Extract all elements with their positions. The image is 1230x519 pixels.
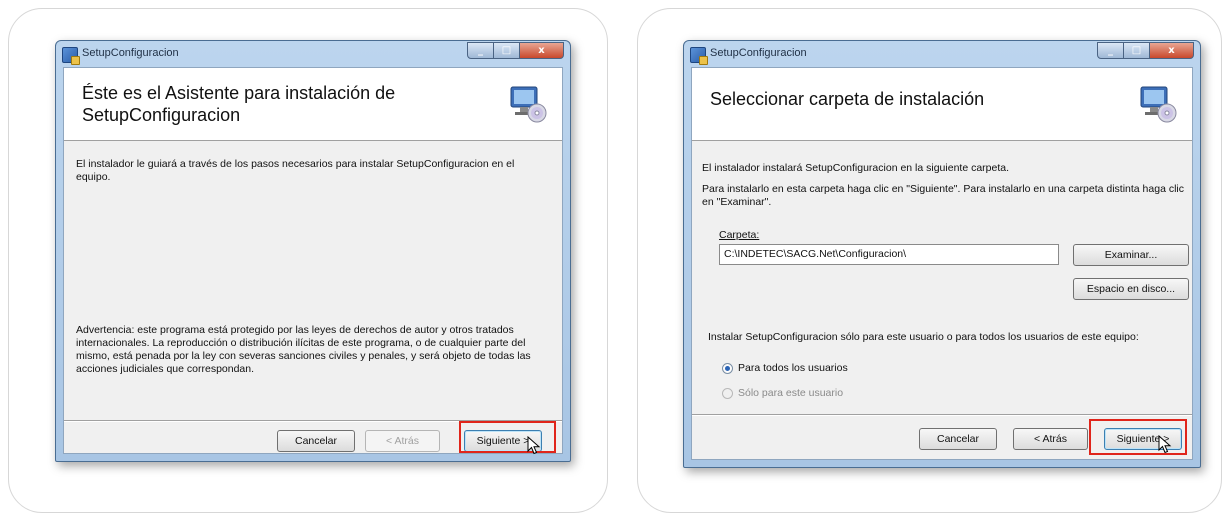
folder-label: Carpeta: [719, 229, 760, 241]
separator [64, 420, 562, 422]
install-for-text: Instalar SetupConfiguracion sólo para es… [708, 331, 1139, 343]
maximize-button[interactable]: □ [494, 42, 520, 59]
title-bar[interactable]: SetupConfiguracion _ □ x [684, 41, 1200, 67]
instructions-text: Para instalarlo en esta carpeta haga cli… [702, 183, 1184, 208]
page-title: Seleccionar carpeta de instalación [710, 89, 985, 109]
mouse-cursor-icon [1158, 435, 1172, 454]
minimize-button[interactable]: _ [467, 42, 494, 59]
separator [692, 414, 1192, 416]
wizard-client-area: Éste es el Asistente para instalación de… [63, 67, 563, 454]
maximize-button[interactable]: □ [1124, 42, 1150, 59]
radio-label-this-user[interactable]: Sólo para este usuario [738, 387, 843, 399]
wizard-banner: Éste es el Asistente para instalación de… [64, 68, 562, 141]
radio-all-users[interactable] [722, 363, 733, 374]
back-button[interactable]: < Atrás [1013, 428, 1088, 450]
setup-computer-icon [510, 86, 547, 123]
page-title: Éste es el Asistente para instalación de… [82, 83, 396, 125]
radio-this-user[interactable] [722, 388, 733, 399]
radio-label-all-users[interactable]: Para todos los usuarios [738, 362, 848, 374]
copyright-warning-text: Advertencia: este programa está protegid… [76, 324, 531, 375]
mouse-cursor-icon [527, 436, 541, 455]
wizard-client-area: Seleccionar carpeta de instalación El in… [691, 67, 1193, 460]
window-controls: _ □ x [467, 42, 564, 59]
cancel-button[interactable]: Cancelar [919, 428, 997, 450]
window-title: SetupConfiguracion [710, 47, 807, 59]
minimize-button[interactable]: _ [1097, 42, 1124, 59]
setup-computer-icon [1140, 86, 1177, 123]
installer-window-welcome: SetupConfiguracion _ □ x Éste es el Asis… [55, 40, 571, 462]
installer-icon [690, 47, 708, 65]
installer-icon [62, 47, 80, 65]
window-controls: _ □ x [1097, 42, 1194, 59]
close-button[interactable]: x [520, 42, 564, 59]
disk-space-button[interactable]: Espacio en disco... [1073, 278, 1189, 300]
title-bar[interactable]: SetupConfiguracion _ □ x [56, 41, 570, 67]
install-location-text: El instalador instalará SetupConfiguraci… [702, 162, 1010, 174]
cancel-button[interactable]: Cancelar [277, 430, 355, 452]
window-title: SetupConfiguracion [82, 47, 179, 59]
intro-text: El instalador le guiará a través de los … [76, 158, 515, 183]
wizard-banner: Seleccionar carpeta de instalación [692, 68, 1192, 141]
folder-path-input[interactable]: C:\INDETEC\SACG.Net\Configuracion\ [719, 244, 1059, 265]
installer-window-folder: SetupConfiguracion _ □ x Seleccionar car… [683, 40, 1201, 468]
close-button[interactable]: x [1150, 42, 1194, 59]
back-button[interactable]: < Atrás [365, 430, 440, 452]
browse-button[interactable]: Examinar... [1073, 244, 1189, 266]
